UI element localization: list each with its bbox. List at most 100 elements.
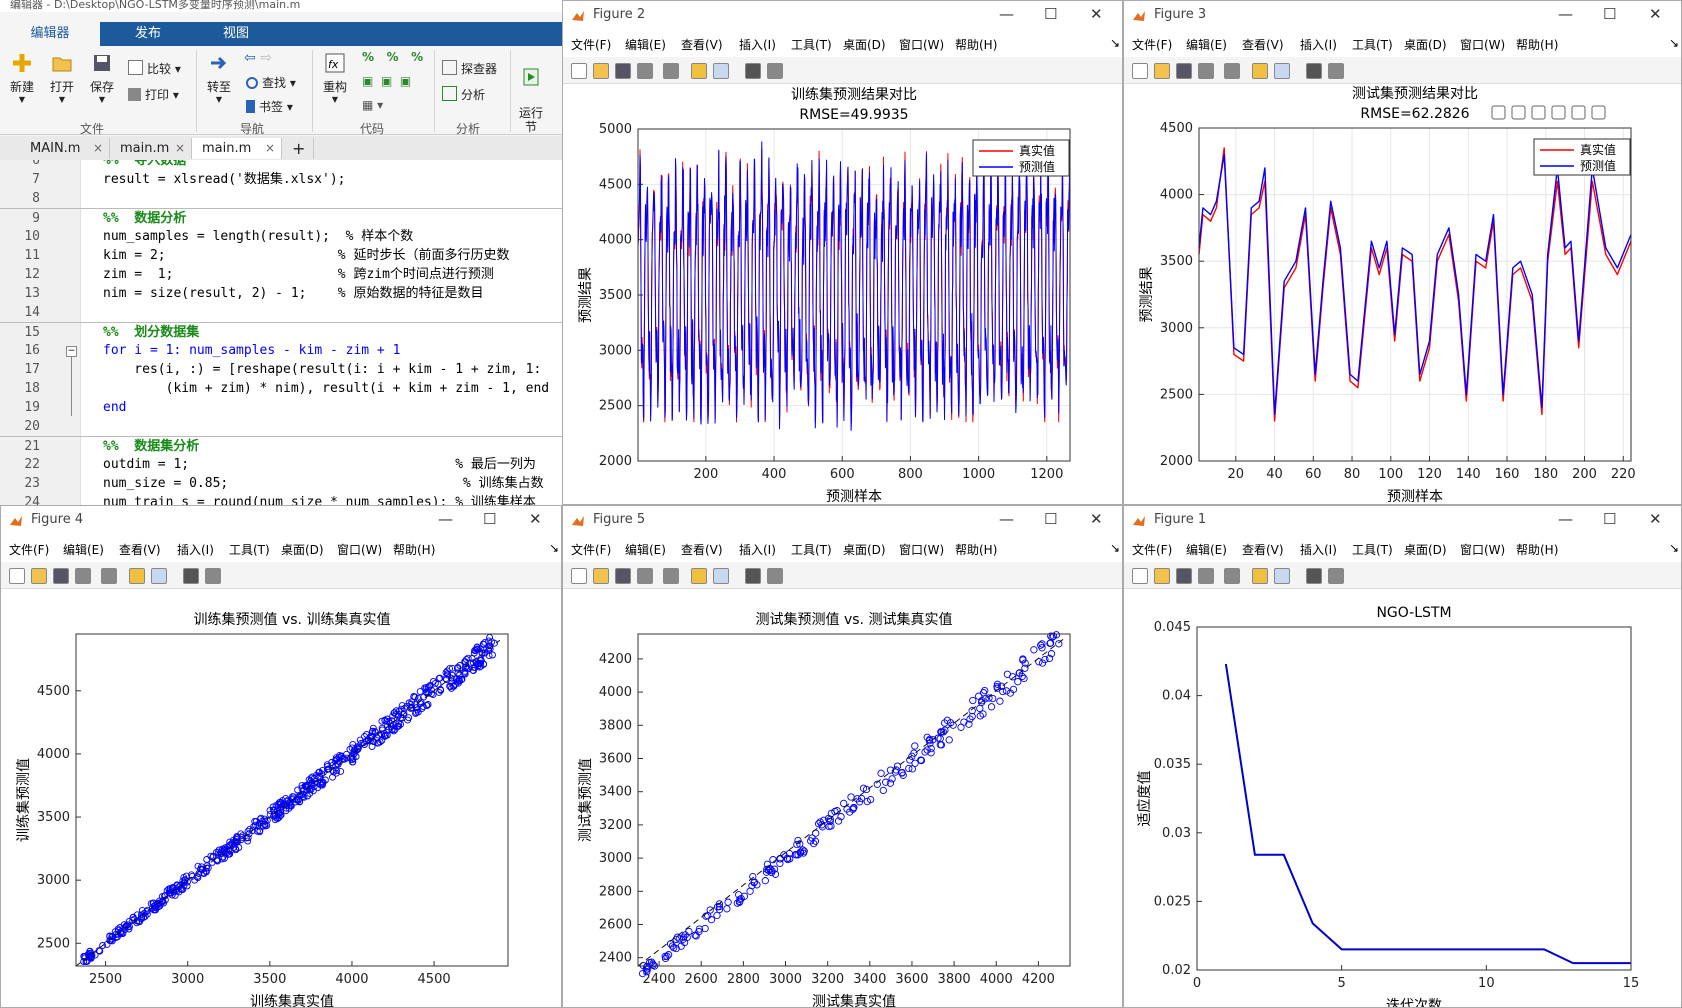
legend-icon[interactable] (1274, 63, 1290, 79)
menu-item[interactable]: 插入(I) (177, 541, 214, 558)
maximize-button[interactable]: ☐ (483, 510, 496, 528)
tab-publish[interactable]: 发布 (108, 22, 188, 46)
menu-item[interactable]: 帮助(H) (1516, 541, 1558, 558)
menu-item[interactable]: 工具(T) (791, 36, 832, 53)
menu-item[interactable]: 文件(F) (9, 541, 49, 558)
menu-item[interactable]: 帮助(H) (955, 541, 997, 558)
menu-item[interactable]: 编辑(E) (63, 541, 104, 558)
menu-item[interactable]: 桌面(D) (1404, 541, 1447, 558)
menu-item[interactable]: 查看(V) (681, 36, 723, 53)
maximize-button[interactable]: ☐ (1603, 5, 1616, 23)
find-button[interactable]: 查找 ▾ (246, 74, 296, 91)
menu-item[interactable]: 窗口(W) (899, 541, 944, 558)
menu-item[interactable]: 窗口(W) (1460, 36, 1505, 53)
code-line[interactable]: 16 for i = 1: num_samples - kim - zim + 1 (0, 341, 562, 360)
code-line[interactable]: 7 result = xlsread('数据集.xlsx'); (0, 170, 562, 189)
save-icon[interactable] (615, 63, 631, 79)
close-button[interactable]: ✕ (529, 510, 542, 528)
tab-editor[interactable]: 编辑器 (0, 22, 100, 46)
code-line[interactable]: 6 %% 导入数据 (0, 160, 562, 170)
minimize-button[interactable]: — (999, 510, 1014, 528)
menu-item[interactable]: 编辑(E) (625, 36, 666, 53)
close-button[interactable]: ✕ (1090, 5, 1103, 23)
goto-button[interactable]: 转至 ▼ (202, 52, 236, 104)
dock-arrow-icon[interactable]: ↘ (1110, 36, 1120, 50)
close-icon[interactable]: × (175, 138, 185, 159)
menu-item[interactable]: 文件(F) (571, 541, 611, 558)
tab-view[interactable]: 视图 (196, 22, 276, 46)
maximize-button[interactable]: ☐ (1044, 5, 1057, 23)
menu-item[interactable]: 文件(F) (1132, 36, 1172, 53)
minimize-button[interactable]: — (1558, 510, 1573, 528)
back-arrow-icon[interactable]: ⇦ ⇨ (244, 50, 272, 66)
file-tab-main-active[interactable]: main.m × (192, 138, 282, 159)
colorbar-icon[interactable] (129, 568, 145, 584)
close-icon[interactable]: × (93, 138, 103, 159)
colorbar-icon[interactable] (1252, 63, 1268, 79)
new-figure-icon[interactable] (1132, 63, 1148, 79)
file-tab-MAIN[interactable]: MAIN.m × (20, 138, 110, 159)
compare-button[interactable]: 比较 ▾ (128, 60, 181, 77)
minimize-button[interactable]: — (438, 510, 453, 528)
property-icon[interactable] (767, 63, 783, 79)
pointer-icon[interactable] (183, 568, 199, 584)
menu-item[interactable]: 编辑(E) (1186, 36, 1227, 53)
open-file-icon[interactable] (1154, 568, 1170, 584)
menu-item[interactable]: 帮助(H) (955, 36, 997, 53)
menu-item[interactable]: 查看(V) (681, 541, 723, 558)
dock-arrow-icon[interactable]: ↘ (549, 541, 559, 555)
save-icon[interactable] (615, 568, 631, 584)
code-line[interactable]: 8 (0, 189, 562, 208)
save-icon[interactable] (53, 568, 69, 584)
menu-item[interactable]: 桌面(D) (843, 541, 886, 558)
pointer-icon[interactable] (1306, 568, 1322, 584)
legend-icon[interactable] (713, 63, 729, 79)
explorer-button[interactable]: 探查器 (442, 60, 497, 77)
print-icon[interactable] (637, 63, 653, 79)
menu-item[interactable]: 插入(I) (739, 36, 776, 53)
property-icon[interactable] (1328, 63, 1344, 79)
add-tab-button[interactable]: + (284, 138, 314, 159)
code-line[interactable]: 12 zim = 1; % 跨zim个时间点进行预测 (0, 265, 562, 284)
maximize-button[interactable]: ☐ (1044, 510, 1057, 528)
menu-item[interactable]: 工具(T) (1352, 541, 1393, 558)
bookmark-button[interactable]: 书签 ▾ (246, 98, 293, 115)
print-preview-icon[interactable] (663, 568, 679, 584)
code-line[interactable]: 20 (0, 417, 562, 436)
colorbar-icon[interactable] (691, 63, 707, 79)
menu-item[interactable]: 工具(T) (1352, 36, 1393, 53)
legend-icon[interactable] (1274, 568, 1290, 584)
code-line[interactable]: 17 res(i, :) = [reshape(result(i: i + ki… (0, 360, 562, 379)
file-tab-main-1[interactable]: main.m × (110, 138, 192, 159)
print-icon[interactable] (637, 568, 653, 584)
new-figure-icon[interactable] (9, 568, 25, 584)
pointer-icon[interactable] (745, 63, 761, 79)
save-icon[interactable] (1176, 568, 1192, 584)
open-file-icon[interactable] (593, 63, 609, 79)
code-line[interactable]: 13 nim = size(result, 2) - 1; % 原始数据的特征是数… (0, 284, 562, 303)
colorbar-icon[interactable] (691, 568, 707, 584)
menu-item[interactable]: 查看(V) (1242, 36, 1284, 53)
property-icon[interactable] (767, 568, 783, 584)
print-preview-icon[interactable] (663, 63, 679, 79)
indent-icon[interactable]: ▣ ▣ ▣ (362, 74, 411, 88)
open-file-icon[interactable] (1154, 63, 1170, 79)
pointer-icon[interactable] (1306, 63, 1322, 79)
maximize-button[interactable]: ☐ (1603, 510, 1616, 528)
menu-item[interactable]: 桌面(D) (843, 36, 886, 53)
property-icon[interactable] (1328, 568, 1344, 584)
minimize-button[interactable]: — (1558, 5, 1573, 23)
code-line[interactable]: 22 outdim = 1; % 最后一列为 (0, 455, 562, 474)
code-line[interactable]: 9 %% 数据分析 (0, 208, 562, 228)
menu-item[interactable]: 插入(I) (1300, 36, 1337, 53)
code-line[interactable]: 24 num_train_s = round(num_size * num_sam… (0, 493, 562, 505)
menu-item[interactable]: 帮助(H) (393, 541, 435, 558)
legend-icon[interactable] (151, 568, 167, 584)
open-file-icon[interactable] (31, 568, 47, 584)
menu-item[interactable]: 帮助(H) (1516, 36, 1558, 53)
menu-item[interactable]: 窗口(W) (337, 541, 382, 558)
code-line[interactable]: 14 (0, 303, 562, 322)
run-section-button[interactable]: 运行 节 (514, 52, 548, 134)
menu-item[interactable]: 文件(F) (1132, 541, 1172, 558)
dock-arrow-icon[interactable]: ↘ (1110, 541, 1120, 555)
